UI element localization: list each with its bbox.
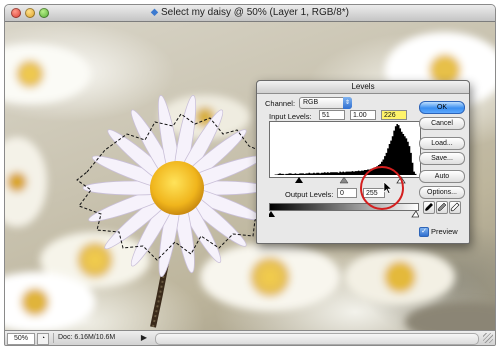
channel-value: RGB xyxy=(303,99,319,106)
options-button[interactable]: Options... xyxy=(419,186,465,199)
document-size-info: Doc: 6.16M/10.6M xyxy=(53,333,140,343)
horizontal-scrollbar[interactable] xyxy=(155,333,479,345)
channel-select[interactable]: RGB ⇕ xyxy=(299,97,352,109)
load-button[interactable]: Load... xyxy=(419,137,465,150)
input-black-field[interactable]: 51 xyxy=(319,110,345,120)
resize-grip[interactable] xyxy=(483,333,493,343)
gamma-slider[interactable] xyxy=(339,176,349,184)
document-titlebar[interactable]: ⬥ Select my daisy @ 50% (Layer 1, RGB/8*) xyxy=(5,5,495,22)
gray-eyedropper-icon[interactable] xyxy=(436,201,448,214)
output-slider[interactable] xyxy=(269,211,419,218)
auto-button[interactable]: Auto xyxy=(419,170,465,183)
levels-titlebar[interactable]: Levels xyxy=(257,81,469,94)
chevron-updown-icon: ⇕ xyxy=(343,97,352,109)
preview-label: Preview xyxy=(431,227,458,236)
status-menu-arrow-icon[interactable]: ▶ xyxy=(139,333,149,343)
status-info-icon[interactable]: ◔ xyxy=(37,333,49,345)
black-eyedropper-icon[interactable] xyxy=(423,201,435,214)
output-white-slider[interactable] xyxy=(411,211,419,218)
histogram xyxy=(269,121,421,178)
daisy-center xyxy=(150,161,204,215)
white-eyedropper-icon[interactable] xyxy=(449,201,461,214)
output-black-field[interactable]: 0 xyxy=(337,188,357,198)
cancel-button[interactable]: Cancel xyxy=(419,117,465,130)
levels-dialog: Levels Channel: RGB ⇕ Input Levels: 51 1… xyxy=(256,80,470,244)
save-button[interactable]: Save... xyxy=(419,152,465,165)
histogram-graph xyxy=(270,124,418,175)
photoshop-icon: ⬥ xyxy=(151,7,158,18)
input-gamma-field[interactable]: 1.00 xyxy=(350,110,376,120)
channel-label: Channel: xyxy=(265,99,296,108)
input-levels-label: Input Levels: xyxy=(269,112,312,121)
highlight-annotation-circle xyxy=(360,166,404,210)
ok-button[interactable]: OK xyxy=(419,101,465,114)
input-white-field[interactable]: 226 xyxy=(381,110,407,120)
zoom-level-field[interactable]: 50% xyxy=(7,333,35,345)
output-levels-label: Output Levels: xyxy=(285,190,334,199)
levels-title: Levels xyxy=(351,82,375,91)
black-point-slider[interactable] xyxy=(295,177,303,183)
histogram-fill xyxy=(270,124,418,175)
document-title: ⬥ Select my daisy @ 50% (Layer 1, RGB/8*) xyxy=(5,7,495,18)
document-title-text: Select my daisy @ 50% (Layer 1, RGB/8*) xyxy=(161,7,349,18)
document-statusbar: 50% ◔ Doc: 6.16M/10.6M ▶ xyxy=(5,330,495,345)
preview-checkbox[interactable]: ✓ xyxy=(419,227,429,237)
output-black-slider[interactable] xyxy=(269,211,275,217)
mouse-cursor-icon xyxy=(383,181,393,194)
